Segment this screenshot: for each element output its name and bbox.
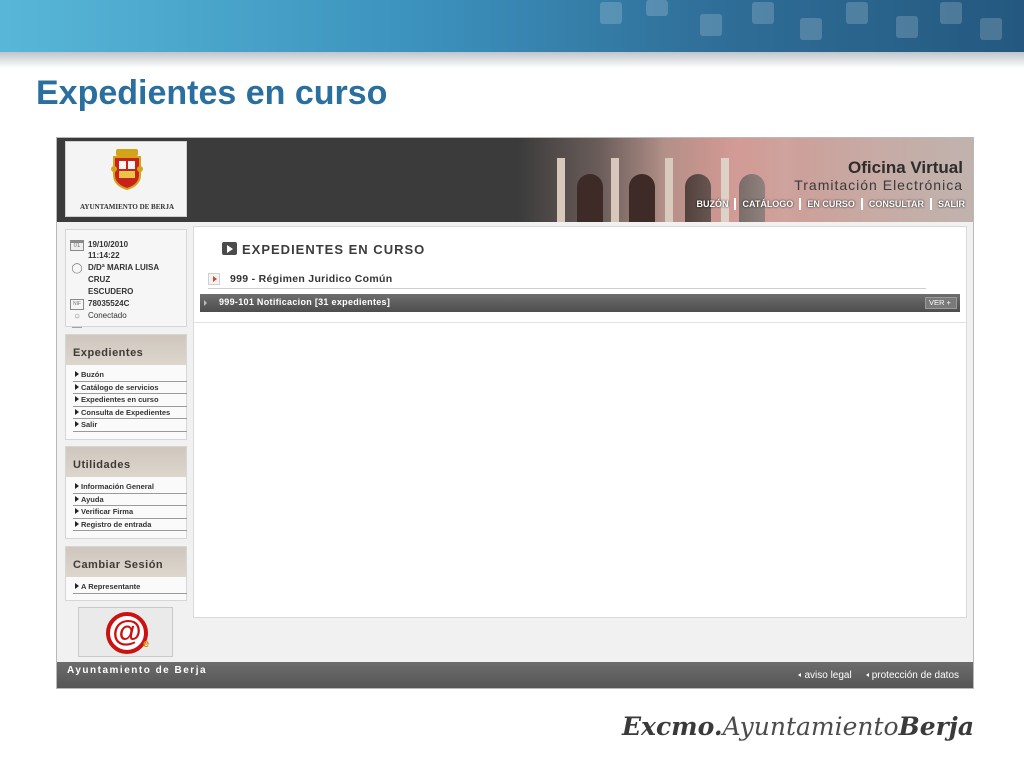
ayuntamiento-logo[interactable]: AYUNTAMIENTO DE BERJA bbox=[65, 141, 187, 217]
arrow-left-icon bbox=[798, 673, 802, 678]
menu-list: A Representante bbox=[73, 581, 187, 594]
arrow-icon bbox=[75, 583, 79, 589]
user-icon: ◯ bbox=[71, 263, 83, 274]
site-footer: Ayuntamiento de Berja aviso legal protec… bbox=[57, 662, 973, 688]
coat-of-arms-icon bbox=[111, 149, 143, 191]
nav-separator bbox=[734, 198, 737, 210]
view-button[interactable]: VER + bbox=[925, 297, 957, 309]
nav-separator bbox=[930, 198, 932, 210]
menu-heading: Expedientes bbox=[66, 335, 186, 365]
nav-en-curso[interactable]: EN CURSO bbox=[807, 199, 855, 209]
menu-utilidades: Utilidades Información General Ayuda Ver… bbox=[65, 446, 187, 539]
user-nif: 78035524C bbox=[88, 299, 130, 308]
user-name-line2: CRUZ bbox=[88, 275, 111, 284]
menu-item-expedientes-en-curso[interactable]: Expedientes en curso bbox=[73, 394, 187, 407]
logo-text: AYUNTAMIENTO DE BERJA bbox=[80, 203, 174, 211]
footer-signature: Excmo.AyuntamientoBerja bbox=[622, 712, 975, 741]
nav-salir[interactable]: SALIR bbox=[938, 199, 965, 209]
user-info-box: 01 19/10/2010 11:14:22 ◯ D/Dª MARIA LUIS… bbox=[65, 229, 187, 333]
procedure-subgroup-label: 999-101 Notificacion [31 expedientes] bbox=[219, 297, 391, 307]
e-badge-icon: e bbox=[143, 638, 150, 650]
menu-expedientes: Expedientes Buzón Catálogo de servicios … bbox=[65, 334, 187, 440]
page-title: EXPEDIENTES EN CURSO bbox=[242, 242, 426, 257]
menu-item-informacion[interactable]: Información General bbox=[73, 481, 187, 494]
session-date: 19/10/2010 bbox=[88, 240, 129, 249]
menu-heading: Cambiar Sesión bbox=[66, 547, 186, 577]
legal-notice-link[interactable]: aviso legal bbox=[798, 670, 852, 681]
menu-list: Buzón Catálogo de servicios Expedientes … bbox=[73, 369, 187, 432]
user-name-line3: ESCUDERO bbox=[88, 287, 134, 296]
nav-separator bbox=[799, 198, 802, 210]
arrow-left-icon bbox=[865, 673, 869, 678]
calendar-icon: 01 bbox=[70, 240, 84, 251]
arrow-icon bbox=[75, 383, 79, 390]
session-time: 11:14:22 bbox=[88, 251, 120, 260]
header-nav: BUZÓN CATÁLOGO EN CURSO CONSULTAR SALIR bbox=[696, 196, 965, 212]
arrow-icon bbox=[75, 508, 79, 514]
app-subtitle: Tramitación Electrónica bbox=[794, 177, 963, 193]
menu-item-buzon[interactable]: Buzón bbox=[73, 369, 187, 382]
arrow-icon bbox=[75, 396, 79, 402]
menu-list: Información General Ayuda Verificar Firm… bbox=[73, 481, 187, 531]
data-protection-link[interactable]: protección de datos bbox=[865, 670, 959, 681]
menu-item-verificar-firma[interactable]: Verificar Firma bbox=[73, 506, 187, 519]
expand-arrow-icon[interactable] bbox=[208, 273, 220, 285]
email-logo: @ e bbox=[78, 607, 173, 657]
menu-item-ayuda[interactable]: Ayuda bbox=[73, 494, 187, 506]
slide-top-shadow bbox=[0, 52, 1024, 68]
browser-screenshot: AYUNTAMIENTO DE BERJA Oficina Virtual Tr… bbox=[56, 137, 974, 689]
menu-item-registro[interactable]: Registro de entrada bbox=[73, 519, 187, 531]
main-panel: EXPEDIENTES EN CURSO 999 - Régimen Jurid… bbox=[193, 226, 967, 618]
nav-buzon[interactable]: BUZÓN bbox=[696, 199, 728, 209]
at-sign-icon: @ bbox=[106, 612, 148, 654]
menu-heading: Utilidades bbox=[66, 447, 186, 477]
site-header: AYUNTAMIENTO DE BERJA Oficina Virtual Tr… bbox=[57, 138, 973, 222]
connection-status: Conectado bbox=[88, 311, 127, 320]
procedure-subgroup-row[interactable]: 999-101 Notificacion [31 expedientes] VE… bbox=[200, 294, 960, 312]
slide-top-band bbox=[0, 0, 1024, 52]
footer-brand: Ayuntamiento de Berja bbox=[67, 665, 208, 676]
procedure-group-row[interactable]: 999 - Régimen Juridico Común bbox=[208, 271, 926, 289]
divider bbox=[194, 322, 966, 323]
arrow-icon bbox=[75, 408, 79, 415]
procedure-group-label: 999 - Régimen Juridico Común bbox=[230, 273, 393, 285]
arrow-icon bbox=[75, 520, 79, 527]
menu-item-catalogo[interactable]: Catálogo de servicios bbox=[73, 382, 187, 394]
menu-cambiar-sesion: Cambiar Sesión A Representante bbox=[65, 546, 187, 601]
key-icon: ○— bbox=[72, 311, 82, 333]
user-name-line1: D/Dª MARIA LUISA bbox=[88, 263, 160, 272]
menu-item-consulta[interactable]: Consulta de Expedientes bbox=[73, 407, 187, 419]
menu-item-salir[interactable]: Salir bbox=[73, 419, 187, 432]
arrow-icon bbox=[75, 371, 79, 377]
arrow-icon bbox=[75, 483, 79, 489]
play-icon bbox=[222, 242, 237, 255]
app-title: Oficina Virtual bbox=[848, 158, 963, 177]
arrow-icon bbox=[75, 495, 79, 502]
arrow-icon bbox=[75, 421, 79, 427]
footer-links: aviso legal protección de datos bbox=[798, 670, 959, 681]
arrow-icon bbox=[204, 300, 207, 306]
slide-title: Expedientes en curso bbox=[36, 74, 388, 112]
nav-consultar[interactable]: CONSULTAR bbox=[869, 199, 924, 209]
nav-separator bbox=[860, 198, 863, 210]
menu-item-representante[interactable]: A Representante bbox=[73, 581, 187, 594]
id-card-icon: NIF bbox=[70, 299, 84, 310]
slide: Expedientes en curso AYUNTAMIENTO DE BER… bbox=[0, 0, 1024, 768]
nav-catalogo[interactable]: CATÁLOGO bbox=[742, 199, 793, 209]
